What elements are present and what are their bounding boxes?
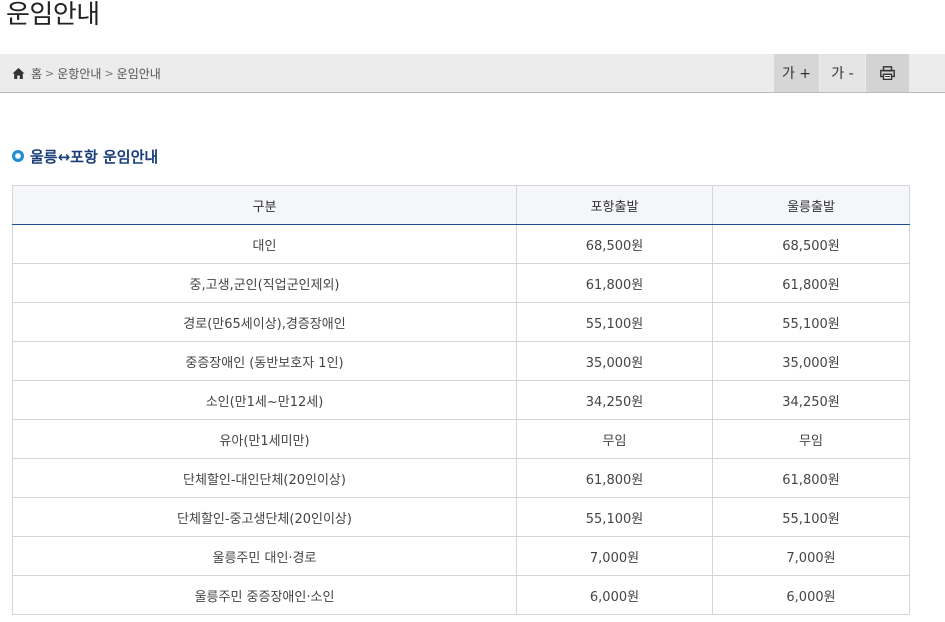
breadcrumb-operation-info[interactable]: 운항안내 (57, 65, 101, 82)
page-tools: 가 + 가 - (774, 54, 909, 92)
page-title: 운임안내 (6, 0, 100, 30)
cell-pohang-fare: 6,000원 (516, 575, 713, 615)
table-header-row: 구분 포항출발 울릉출발 (12, 185, 910, 225)
cell-ulleung-fare: 55,100원 (712, 302, 910, 342)
cell-ulleung-fare: 55,100원 (712, 497, 910, 537)
table-row: 소인(만1세~만12세) 34,250원 34,250원 (12, 380, 910, 420)
cell-category: 울릉주민 중증장애인·소인 (12, 575, 517, 615)
cell-ulleung-fare: 무임 (712, 419, 910, 459)
cell-pohang-fare: 35,000원 (516, 341, 713, 381)
font-size-increase-button[interactable]: 가 + (774, 54, 819, 92)
cell-category: 중증장애인 (동반보호자 1인) (12, 341, 517, 381)
cell-pohang-fare: 61,800원 (516, 458, 713, 498)
cell-category: 유아(만1세미만) (12, 419, 517, 459)
cell-ulleung-fare: 6,000원 (712, 575, 910, 615)
breadcrumb-separator: > (104, 66, 114, 80)
cell-pohang-fare: 7,000원 (516, 536, 713, 576)
printer-icon (880, 66, 895, 80)
cell-pohang-fare: 34,250원 (516, 380, 713, 420)
breadcrumb: 홈 > 운항안내 > 운임안내 (12, 54, 161, 92)
breadcrumb-fare-info[interactable]: 운임안내 (117, 65, 161, 82)
cell-ulleung-fare: 61,800원 (712, 458, 910, 498)
table-row: 경로(만65세이상),경증장애인 55,100원 55,100원 (12, 302, 910, 342)
circle-bullet-icon (12, 150, 24, 162)
cell-category: 중,고생,군인(직업군인제외) (12, 263, 517, 303)
toolbar: 홈 > 운항안내 > 운임안내 가 + 가 - (0, 54, 945, 93)
column-header-category: 구분 (12, 185, 517, 225)
cell-ulleung-fare: 35,000원 (712, 341, 910, 381)
home-icon[interactable] (12, 67, 25, 80)
cell-pohang-fare: 68,500원 (516, 224, 713, 264)
table-row: 유아(만1세미만) 무임 무임 (12, 419, 910, 459)
cell-category: 울릉주민 대인·경로 (12, 536, 517, 576)
cell-pohang-fare: 55,100원 (516, 497, 713, 537)
section-title: 울릉↔포항 운임안내 (12, 146, 158, 166)
cell-category: 단체할인-대인단체(20인이상) (12, 458, 517, 498)
cell-category: 소인(만1세~만12세) (12, 380, 517, 420)
cell-category: 대인 (12, 224, 517, 264)
breadcrumb-separator: > (45, 66, 55, 80)
cell-pohang-fare: 55,100원 (516, 302, 713, 342)
table-row: 울릉주민 대인·경로 7,000원 7,000원 (12, 536, 910, 576)
column-header-from-pohang: 포항출발 (516, 185, 713, 225)
font-size-decrease-button[interactable]: 가 - (820, 54, 865, 92)
cell-category: 단체할인-중고생단체(20인이상) (12, 497, 517, 537)
print-button[interactable] (866, 54, 909, 92)
table-row: 울릉주민 중증장애인·소인 6,000원 6,000원 (12, 575, 910, 615)
fare-table: 구분 포항출발 울릉출발 대인 68,500원 68,500원 중,고생,군인(… (12, 185, 910, 615)
cell-pohang-fare: 무임 (516, 419, 713, 459)
breadcrumb-home[interactable]: 홈 (31, 65, 42, 82)
table-row: 단체할인-대인단체(20인이상) 61,800원 61,800원 (12, 458, 910, 498)
cell-ulleung-fare: 61,800원 (712, 263, 910, 303)
cell-ulleung-fare: 34,250원 (712, 380, 910, 420)
table-row: 중,고생,군인(직업군인제외) 61,800원 61,800원 (12, 263, 910, 303)
table-row: 중증장애인 (동반보호자 1인) 35,000원 35,000원 (12, 341, 910, 381)
cell-pohang-fare: 61,800원 (516, 263, 713, 303)
column-header-from-ulleung: 울릉출발 (712, 185, 910, 225)
cell-ulleung-fare: 68,500원 (712, 224, 910, 264)
table-row: 대인 68,500원 68,500원 (12, 224, 910, 264)
cell-ulleung-fare: 7,000원 (712, 536, 910, 576)
section-title-text: 울릉↔포항 운임안내 (30, 147, 159, 166)
cell-category: 경로(만65세이상),경증장애인 (12, 302, 517, 342)
table-row: 단체할인-중고생단체(20인이상) 55,100원 55,100원 (12, 497, 910, 537)
